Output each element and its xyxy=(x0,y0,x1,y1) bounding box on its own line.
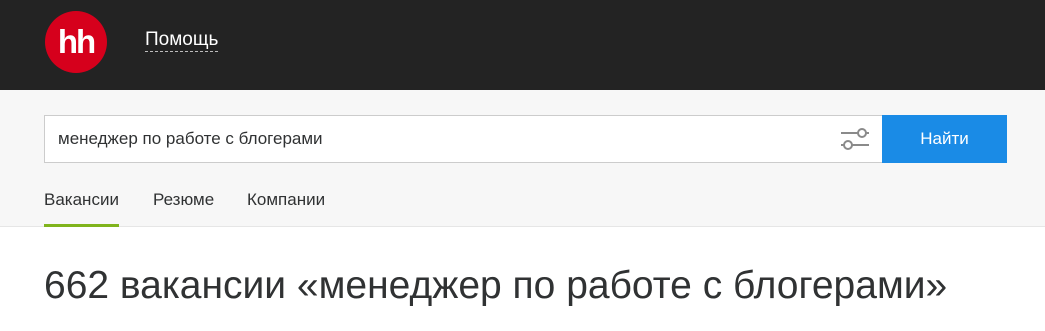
search-button[interactable]: Найти xyxy=(882,115,1007,163)
search-input[interactable] xyxy=(45,116,825,162)
search-area: Найти Вакансии Резюме Компании xyxy=(0,90,1045,227)
help-link[interactable]: Помощь xyxy=(145,29,219,52)
search-box xyxy=(44,115,882,163)
tab-vacancies[interactable]: Вакансии xyxy=(44,190,119,227)
hh-logo[interactable]: hh xyxy=(45,11,107,73)
sliders-icon[interactable] xyxy=(839,125,871,153)
top-header: hh Помощь xyxy=(0,0,1045,90)
tab-resumes[interactable]: Резюме xyxy=(153,190,214,227)
results-title: 662 вакансии «менеджер по работе с блоге… xyxy=(44,264,948,307)
tab-companies[interactable]: Компании xyxy=(247,190,325,227)
